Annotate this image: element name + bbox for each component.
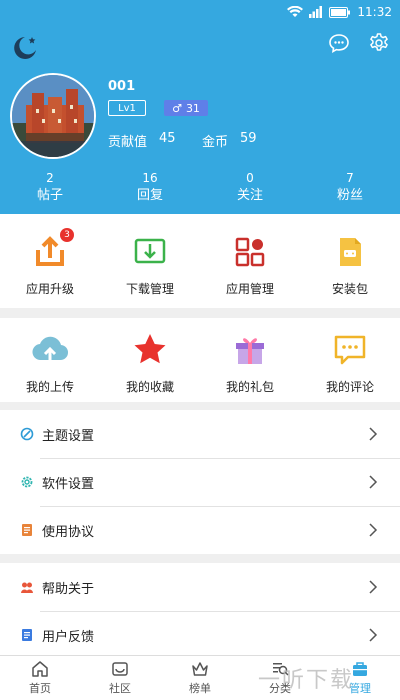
chevron-right-icon bbox=[369, 475, 378, 489]
chevron-right-icon bbox=[369, 580, 378, 594]
download-manage-item[interactable]: 下载管理 bbox=[100, 214, 200, 308]
level-badge: Lv1 bbox=[108, 100, 146, 116]
wifi-icon bbox=[287, 6, 304, 17]
profile-stats: 2 帖子 16 回复 0 关注 7 粉丝 bbox=[0, 170, 400, 206]
software-settings-item[interactable]: 软件设置 bbox=[0, 458, 400, 506]
help-about-item[interactable]: 帮助关于 bbox=[0, 563, 400, 611]
nav-ranking[interactable]: 榜单 bbox=[160, 656, 240, 700]
list-label: 帮助关于 bbox=[42, 581, 95, 597]
avatar-castle-image bbox=[12, 75, 94, 157]
stat-posts[interactable]: 2 帖子 bbox=[0, 170, 100, 206]
grid-label: 我的上传 bbox=[25, 380, 74, 394]
username: 001 bbox=[108, 79, 136, 94]
grid-label: 应用管理 bbox=[225, 282, 274, 296]
signal-icon bbox=[309, 6, 323, 18]
app-tools-grid: 3 应用升级 下载管理 应用管理 安装包 bbox=[0, 214, 400, 308]
gear-icon bbox=[21, 476, 33, 488]
settings-icon[interactable] bbox=[368, 32, 390, 54]
stat-replies[interactable]: 16 回复 bbox=[100, 170, 200, 206]
nav-label: 首页 bbox=[29, 682, 51, 695]
list-label: 使用协议 bbox=[42, 524, 95, 540]
avatar[interactable] bbox=[10, 73, 96, 159]
grid-label: 我的礼包 bbox=[225, 380, 274, 394]
message-icon[interactable] bbox=[328, 32, 350, 54]
apk-icon bbox=[330, 232, 370, 272]
battery-icon bbox=[329, 6, 351, 18]
grid-label: 下载管理 bbox=[125, 282, 174, 296]
home-icon bbox=[32, 661, 48, 677]
download-icon bbox=[130, 232, 170, 272]
stat-following[interactable]: 0 关注 bbox=[200, 170, 300, 206]
gender-age-badge: ♂ 31 bbox=[164, 100, 208, 116]
theme-icon bbox=[20, 427, 34, 441]
contribution-label: 贡献值 bbox=[108, 135, 148, 150]
chevron-right-icon bbox=[369, 628, 378, 642]
stat-label: 回复 bbox=[136, 188, 163, 203]
app-manage-icon bbox=[230, 232, 270, 272]
watermark: 一听下载 bbox=[258, 668, 355, 693]
crown-icon bbox=[192, 662, 208, 676]
stat-value: 0 bbox=[246, 171, 254, 185]
screen: 11:32 001 Lv1 ♂ 31 贡献值 45 金币 59 2 帖子 16 … bbox=[0, 0, 400, 700]
nav-community[interactable]: 社区 bbox=[80, 656, 160, 700]
grid-label: 我的评论 bbox=[325, 380, 374, 394]
list-label: 主题设置 bbox=[42, 428, 95, 444]
star-icon bbox=[130, 330, 170, 370]
stat-label: 关注 bbox=[236, 188, 263, 203]
document-icon bbox=[22, 524, 32, 536]
list-label: 软件设置 bbox=[42, 476, 95, 492]
nav-label: 社区 bbox=[109, 682, 131, 695]
user-feedback-item[interactable]: 用户反馈 bbox=[0, 611, 400, 659]
community-icon bbox=[112, 662, 128, 676]
coins-value: 59 bbox=[240, 131, 257, 146]
feedback-icon bbox=[22, 629, 32, 641]
grid-label: 我的收藏 bbox=[125, 380, 174, 394]
contribution-value: 45 bbox=[159, 131, 176, 146]
apk-package-item[interactable]: 安装包 bbox=[300, 214, 400, 308]
chevron-right-icon bbox=[369, 427, 378, 441]
stat-value: 7 bbox=[346, 171, 354, 185]
app-manage-item[interactable]: 应用管理 bbox=[200, 214, 300, 308]
stat-fans[interactable]: 7 粉丝 bbox=[300, 170, 400, 206]
grid-label: 安装包 bbox=[331, 282, 368, 296]
status-bar: 11:32 bbox=[287, 2, 392, 22]
status-time: 11:32 bbox=[357, 5, 392, 19]
app-upgrade-item[interactable]: 3 应用升级 bbox=[0, 214, 100, 308]
nav-label: 榜单 bbox=[189, 682, 211, 695]
profile-header: 11:32 001 Lv1 ♂ 31 贡献值 45 金币 59 2 帖子 16 … bbox=[0, 0, 400, 214]
moon-icon[interactable] bbox=[10, 33, 40, 63]
my-uploads-item[interactable]: 我的上传 bbox=[0, 318, 100, 402]
stat-value: 16 bbox=[142, 171, 158, 185]
coins-label: 金币 bbox=[202, 135, 229, 150]
stat-label: 帖子 bbox=[36, 188, 63, 203]
help-list: 帮助关于 用户反馈 bbox=[0, 563, 400, 655]
settings-list: 主题设置 软件设置 使用协议 bbox=[0, 410, 400, 554]
chevron-right-icon bbox=[369, 523, 378, 537]
upgrade-icon: 3 bbox=[30, 228, 74, 272]
my-gifts-item[interactable]: 我的礼包 bbox=[200, 318, 300, 402]
my-items-grid: 我的上传 我的收藏 我的礼包 我的评论 bbox=[0, 318, 400, 402]
my-favorites-item[interactable]: 我的收藏 bbox=[100, 318, 200, 402]
upgrade-badge: 3 bbox=[60, 228, 74, 242]
age-value: 31 bbox=[185, 101, 200, 115]
stat-value: 2 bbox=[46, 171, 54, 185]
upload-cloud-icon bbox=[30, 330, 70, 370]
male-icon: ♂ bbox=[172, 101, 182, 115]
list-label: 用户反馈 bbox=[42, 629, 95, 645]
coins: 金币 59 bbox=[202, 131, 257, 150]
header-actions bbox=[328, 32, 390, 54]
theme-settings-item[interactable]: 主题设置 bbox=[0, 410, 400, 458]
user-agreement-item[interactable]: 使用协议 bbox=[0, 506, 400, 554]
my-comments-item[interactable]: 我的评论 bbox=[300, 318, 400, 402]
contribution: 贡献值 45 bbox=[108, 131, 176, 150]
nav-home[interactable]: 首页 bbox=[0, 656, 80, 700]
grid-label: 应用升级 bbox=[25, 282, 74, 296]
comment-icon bbox=[330, 330, 370, 370]
gift-icon bbox=[230, 330, 270, 370]
help-icon bbox=[21, 582, 33, 593]
stat-label: 粉丝 bbox=[336, 188, 363, 203]
